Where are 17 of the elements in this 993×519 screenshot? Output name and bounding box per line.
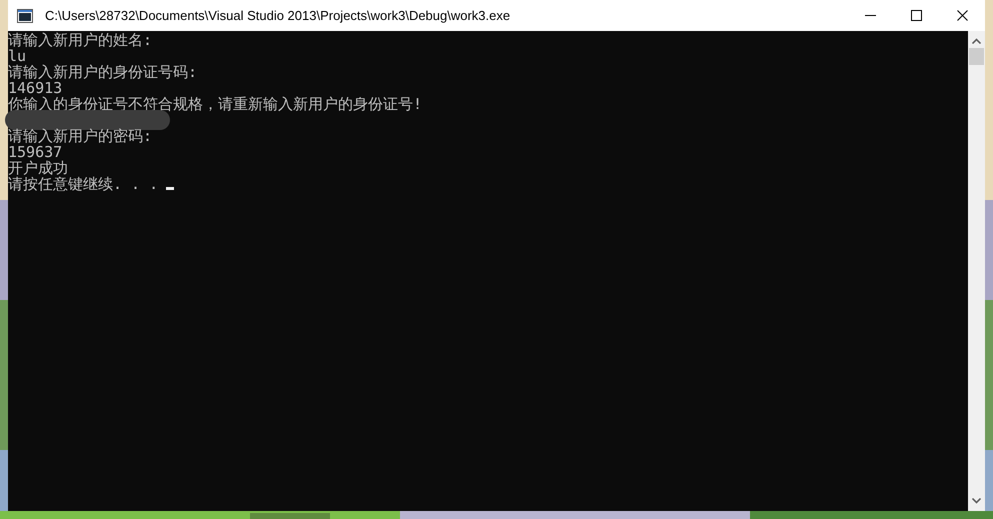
text-cursor [166, 187, 174, 190]
console-line: 请输入新用户的密码: [8, 128, 152, 144]
console-line: 开户成功 [8, 160, 68, 176]
console-line: 请按任意键继续. . . [8, 176, 158, 192]
scrollbar-thumb[interactable] [969, 48, 984, 65]
minimize-icon [864, 15, 876, 16]
console-line: 159637 [8, 144, 62, 160]
console-line: 请输入新用户的姓名: [8, 32, 152, 48]
scroll-up-icon [972, 38, 981, 44]
scroll-down-icon [972, 498, 981, 504]
console-app-icon [17, 8, 33, 22]
maximize-icon [910, 10, 922, 21]
console-line: lu [8, 48, 26, 64]
window-title: C:\Users\28732\Documents\Visual Studio 2013\Projects\work3\Debug\work3.exe [45, 6, 510, 25]
console-line: 请输入新用户的身份证号码: [8, 64, 198, 80]
console-line: 146913 [8, 80, 62, 96]
close-icon [956, 10, 968, 21]
